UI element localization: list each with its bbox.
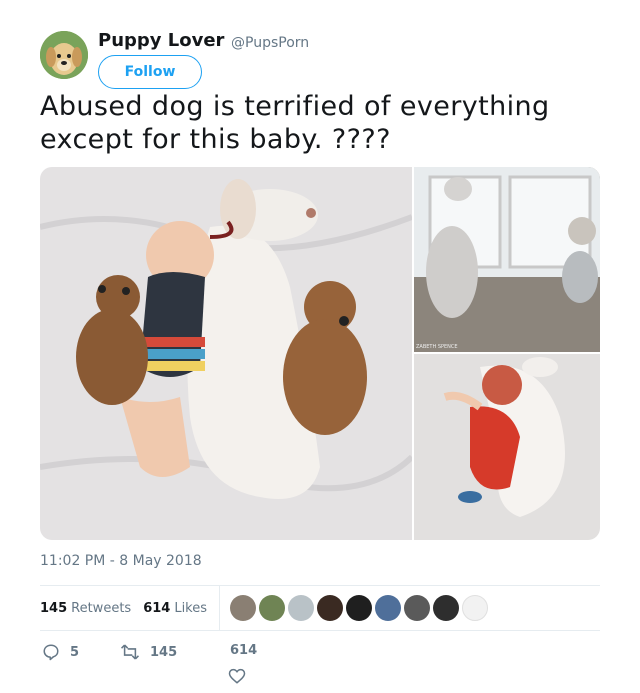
retweet-button[interactable]: 145	[120, 643, 177, 661]
retweets-label[interactable]: Retweets	[71, 601, 131, 616]
liker-avatar[interactable]	[230, 595, 257, 621]
like-action-count: 614	[230, 643, 258, 658]
liker-avatars	[230, 595, 489, 621]
liker-avatar[interactable]	[404, 595, 431, 621]
follow-button[interactable]: Follow	[98, 55, 202, 89]
tweet-card: Puppy Lover @PupsPorn Follow Abused dog …	[0, 0, 640, 693]
reply-count: 5	[70, 644, 80, 660]
author-handle[interactable]: @PupsPorn	[231, 35, 309, 51]
media-photo-bottom-right[interactable]	[414, 354, 600, 540]
tweet-timestamp[interactable]: 11:02 PM - 8 May 2018	[40, 553, 202, 569]
retweet-icon	[120, 644, 140, 660]
like-heart-button[interactable]	[228, 667, 246, 689]
liker-avatar[interactable]	[433, 595, 460, 621]
heart-icon	[228, 668, 246, 684]
tweet-actions: 5 145 614	[40, 643, 600, 684]
likes-label[interactable]: Likes	[174, 601, 207, 616]
divider-bottom	[40, 630, 600, 631]
liker-avatar[interactable]	[375, 595, 402, 621]
reply-button[interactable]: 5	[42, 643, 79, 661]
media-photo-main[interactable]	[40, 167, 415, 540]
like-button[interactable]: 614	[230, 643, 257, 658]
liker-avatar[interactable]	[288, 595, 315, 621]
liker-avatar[interactable]	[259, 595, 286, 621]
liker-avatar[interactable]	[346, 595, 373, 621]
tweet-stats: 145 Retweets 614 Likes	[40, 586, 600, 630]
stats-separator	[219, 586, 221, 630]
author-avatar[interactable]	[40, 31, 88, 79]
tweet-text: Abused dog is terrified of everything ex…	[40, 91, 550, 155]
photo-caption: ZABETH SPENCE	[416, 344, 458, 350]
media-photo-top-right[interactable]: ZABETH SPENCE	[414, 167, 600, 352]
retweet-action-count: 145	[150, 644, 178, 660]
reply-icon	[43, 644, 59, 661]
like-count[interactable]: 614	[143, 601, 170, 616]
retweet-count[interactable]: 145	[40, 601, 67, 616]
liker-avatar[interactable]	[317, 595, 344, 621]
author-display-name[interactable]: Puppy Lover	[98, 30, 224, 51]
tweet-media[interactable]: ZABETH SPENCE	[40, 167, 600, 540]
liker-avatar[interactable]	[462, 595, 489, 621]
